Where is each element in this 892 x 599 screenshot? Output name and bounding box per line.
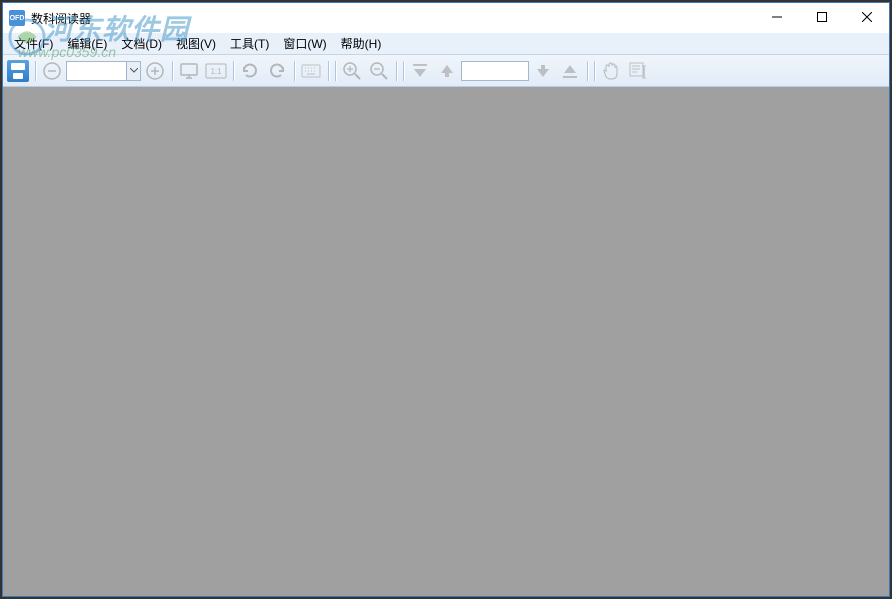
menu-tools[interactable]: 工具(T) bbox=[223, 33, 276, 54]
select-text-button[interactable] bbox=[625, 58, 651, 84]
chevron-down-icon bbox=[130, 68, 138, 73]
zoom-dropdown-button[interactable] bbox=[126, 62, 140, 80]
zoom-area-in-button[interactable] bbox=[339, 58, 365, 84]
menu-view[interactable]: 视图(V) bbox=[169, 33, 223, 54]
minimize-button[interactable] bbox=[754, 3, 799, 31]
toolbar-separator bbox=[400, 59, 406, 83]
toolbar: 1:1 bbox=[3, 55, 889, 87]
zoom-input[interactable] bbox=[67, 65, 126, 77]
zoom-area-out-button[interactable] bbox=[366, 58, 392, 84]
rotate-left-icon bbox=[240, 61, 260, 81]
first-page-button[interactable] bbox=[407, 58, 433, 84]
save-icon bbox=[7, 60, 29, 82]
magnifier-minus-icon bbox=[369, 61, 389, 81]
maximize-button[interactable] bbox=[799, 3, 844, 31]
magnifier-plus-icon bbox=[342, 61, 362, 81]
menu-help[interactable]: 帮助(H) bbox=[334, 33, 389, 54]
toolbar-separator bbox=[591, 59, 597, 83]
close-icon bbox=[862, 12, 872, 22]
hand-tool-button[interactable] bbox=[598, 58, 624, 84]
window-controls bbox=[754, 3, 889, 31]
keyboard-icon bbox=[301, 63, 321, 79]
actual-size-button[interactable]: 1:1 bbox=[203, 58, 229, 84]
last-page-icon bbox=[561, 63, 579, 79]
prev-page-button[interactable] bbox=[434, 58, 460, 84]
app-icon: OFD bbox=[9, 10, 25, 26]
minimize-icon bbox=[772, 12, 782, 22]
rotate-left-button[interactable] bbox=[237, 58, 263, 84]
toolbar-separator bbox=[169, 59, 175, 83]
zoom-out-icon bbox=[42, 61, 62, 81]
app-window: OFD 数科阅读器 文件(F) 编辑(E) 文档(D) 视图(V) 工具(T) … bbox=[2, 2, 890, 597]
zoom-out-button[interactable] bbox=[39, 58, 65, 84]
last-page-button[interactable] bbox=[557, 58, 583, 84]
toolbar-separator bbox=[393, 59, 399, 83]
toolbar-separator bbox=[230, 59, 236, 83]
rotate-right-button[interactable] bbox=[264, 58, 290, 84]
ratio-icon: 1:1 bbox=[205, 63, 227, 79]
svg-text:1:1: 1:1 bbox=[210, 67, 222, 76]
arrow-down-icon bbox=[534, 63, 552, 79]
save-button[interactable] bbox=[5, 58, 31, 84]
menu-document[interactable]: 文档(D) bbox=[114, 33, 169, 54]
toolbar-separator bbox=[325, 59, 331, 83]
zoom-in-icon bbox=[145, 61, 165, 81]
menu-file[interactable]: 文件(F) bbox=[7, 33, 60, 54]
hand-icon bbox=[602, 61, 620, 81]
monitor-icon bbox=[179, 61, 199, 81]
next-page-button[interactable] bbox=[530, 58, 556, 84]
window-title: 数科阅读器 bbox=[31, 10, 91, 27]
fit-screen-button[interactable] bbox=[176, 58, 202, 84]
menubar: 文件(F) 编辑(E) 文档(D) 视图(V) 工具(T) 窗口(W) 帮助(H… bbox=[3, 33, 889, 55]
zoom-in-button[interactable] bbox=[142, 58, 168, 84]
document-canvas bbox=[3, 87, 889, 596]
arrow-up-icon bbox=[438, 63, 456, 79]
text-select-icon bbox=[629, 62, 647, 80]
keyboard-button[interactable] bbox=[298, 58, 324, 84]
menu-edit[interactable]: 编辑(E) bbox=[60, 33, 114, 54]
toolbar-separator bbox=[332, 59, 338, 83]
menu-window[interactable]: 窗口(W) bbox=[276, 33, 333, 54]
toolbar-separator bbox=[291, 59, 297, 83]
zoom-combo[interactable] bbox=[66, 61, 141, 81]
page-input[interactable] bbox=[461, 61, 529, 81]
first-page-icon bbox=[411, 63, 429, 79]
close-button[interactable] bbox=[844, 3, 889, 31]
toolbar-separator bbox=[584, 59, 590, 83]
rotate-right-icon bbox=[267, 61, 287, 81]
maximize-icon bbox=[817, 12, 827, 22]
toolbar-separator bbox=[32, 59, 38, 83]
titlebar: OFD 数科阅读器 bbox=[3, 3, 889, 33]
